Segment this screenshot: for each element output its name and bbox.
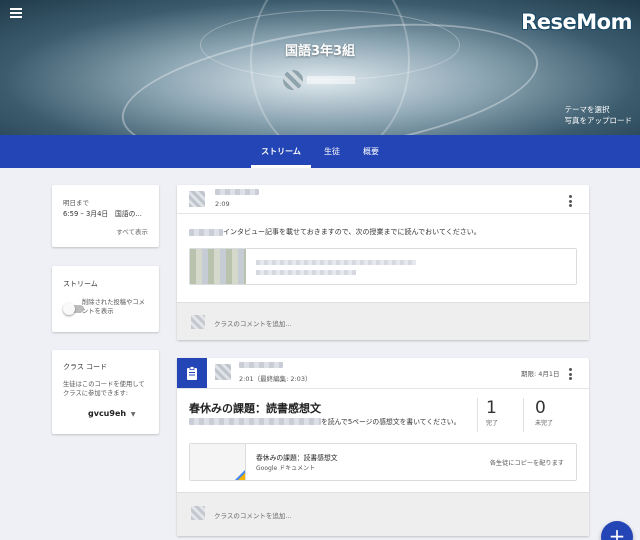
upload-photo-link[interactable]: 写真をアップロード	[565, 115, 633, 126]
stats-divider	[477, 398, 478, 432]
class-code-value: gvcu9eh	[88, 409, 127, 418]
assignment-post: 2:01（最終編集: 2:03） 期限: 4月1日 春休みの課題：読書感想文 を…	[177, 358, 589, 536]
class-code-title: クラス コード	[63, 363, 108, 371]
class-header-banner: 国語3年3組 ReseMom テーマを選択 写真をアップロード	[0, 0, 640, 135]
not-done-label: 未完了	[535, 420, 554, 427]
upcoming-item[interactable]: 6:59 – 3月4日 国語の...	[63, 208, 155, 218]
class-code-dropdown[interactable]: gvcu9eh ▼	[88, 409, 136, 418]
chevron-down-icon: ▼	[130, 411, 136, 418]
teacher-info	[283, 70, 355, 90]
instruction-text: を読んで5ページの感想文を書いてください。	[321, 418, 461, 426]
toggle-label-line2: ントを表示	[82, 308, 114, 315]
class-code-desc: 生徒はこのコードを使用して クラスに参加できます:	[63, 380, 145, 398]
stream-post: 2:09 インタビュー記事を載せておきますので、次の授業までに読んでおいてくださ…	[177, 185, 589, 340]
link-thumbnail	[190, 249, 246, 284]
tab-stream[interactable]: ストリーム	[251, 135, 311, 168]
commenter-avatar	[191, 315, 205, 329]
due-label: 明日まで	[63, 199, 89, 207]
divider	[177, 213, 589, 214]
author-avatar	[189, 191, 205, 207]
tab-about[interactable]: 概要	[357, 135, 385, 168]
attachment-distribution: 各生徒にコピーを配ります	[489, 460, 564, 467]
teacher-name-blurred	[307, 76, 355, 84]
menu-icon[interactable]	[10, 8, 22, 18]
add-button[interactable]: +	[601, 521, 633, 540]
toggle-knob	[63, 303, 75, 315]
post-body: インタビュー記事を載せておきますので、次の授業までに読んでおいてください。	[189, 227, 481, 237]
class-comment-input[interactable]: クラスのコメントを追加...	[214, 510, 292, 520]
stats-divider	[523, 398, 524, 432]
class-code-desc-line1: 生徒はこのコードを使用して	[63, 381, 145, 388]
attachment-type: Google ドキュメント	[256, 465, 316, 472]
post-text: インタビュー記事を載せておきますので、次の授業までに読んでおいてください。	[223, 228, 481, 236]
comment-bar: クラスのコメントを追加...	[177, 492, 589, 536]
comment-bar: クラスのコメントを追加...	[177, 302, 589, 340]
author-name-blurred	[239, 362, 283, 368]
google-docs-icon	[235, 470, 245, 480]
assignment-icon	[177, 358, 207, 388]
more-options-icon[interactable]	[569, 195, 572, 209]
clipboard-icon	[187, 366, 197, 380]
attachment-title: 春休みの課題：読書感想文	[256, 454, 338, 462]
class-comment-input[interactable]: クラスのコメントを追加...	[214, 318, 292, 328]
upcoming-card: 明日まで 6:59 – 3月4日 国語の... すべて表示	[52, 185, 159, 247]
more-options-icon[interactable]	[569, 368, 572, 382]
due-date: 期限: 4月1日	[521, 370, 560, 378]
view-all-link[interactable]: すべて表示	[116, 226, 148, 236]
blurred-name	[189, 228, 223, 236]
tab-students[interactable]: 生徒	[318, 135, 346, 168]
teacher-avatar	[283, 70, 303, 90]
class-code-card: クラス コード 生徒はこのコードを使用して クラスに参加できます: gvcu9e…	[52, 350, 159, 434]
not-done-count: 0	[535, 398, 546, 418]
resemom-logo: ReseMom	[521, 10, 632, 34]
tab-bar: ストリーム 生徒 概要	[0, 135, 640, 168]
link-attachment[interactable]	[189, 248, 577, 285]
not-done-stat[interactable]: 0 未完了	[535, 398, 565, 427]
post-time: 2:09	[215, 200, 230, 208]
turned-in-stat[interactable]: 1 完了	[486, 398, 506, 427]
stream-settings-card: ストリーム 削除された投稿やコメ ントを表示	[52, 266, 159, 332]
doc-thumbnail	[190, 444, 246, 480]
doc-attachment[interactable]: 春休みの課題：読書感想文 Google ドキュメント 各生徒にコピーを配ります	[189, 443, 577, 481]
turned-in-label: 完了	[486, 420, 499, 427]
class-title: 国語3年3組	[284, 44, 356, 59]
toggle-label: 削除された投稿やコメ ントを表示	[82, 298, 145, 316]
blurred-book-title	[189, 417, 321, 425]
assignment-instruction: を読んで5ページの感想文を書いてください。	[189, 416, 460, 426]
author-avatar	[215, 364, 231, 380]
post-time: 2:01（最終編集: 2:03）	[239, 375, 312, 383]
divider	[177, 388, 589, 389]
class-code-desc-line2: クラスに参加できます:	[63, 390, 128, 397]
link-url-blurred	[256, 270, 356, 275]
link-title-blurred	[256, 260, 416, 265]
stream-settings-title: ストリーム	[63, 280, 98, 288]
select-theme-link[interactable]: テーマを選択	[565, 104, 633, 115]
author-name-blurred	[215, 189, 259, 195]
toggle-label-line1: 削除された投稿やコメ	[82, 299, 145, 306]
theme-links: テーマを選択 写真をアップロード	[565, 104, 633, 126]
turned-in-count: 1	[486, 398, 497, 418]
commenter-avatar	[191, 506, 205, 520]
show-deleted-toggle[interactable]	[63, 303, 84, 315]
assignment-title[interactable]: 春休みの課題：読書感想文	[189, 400, 321, 416]
